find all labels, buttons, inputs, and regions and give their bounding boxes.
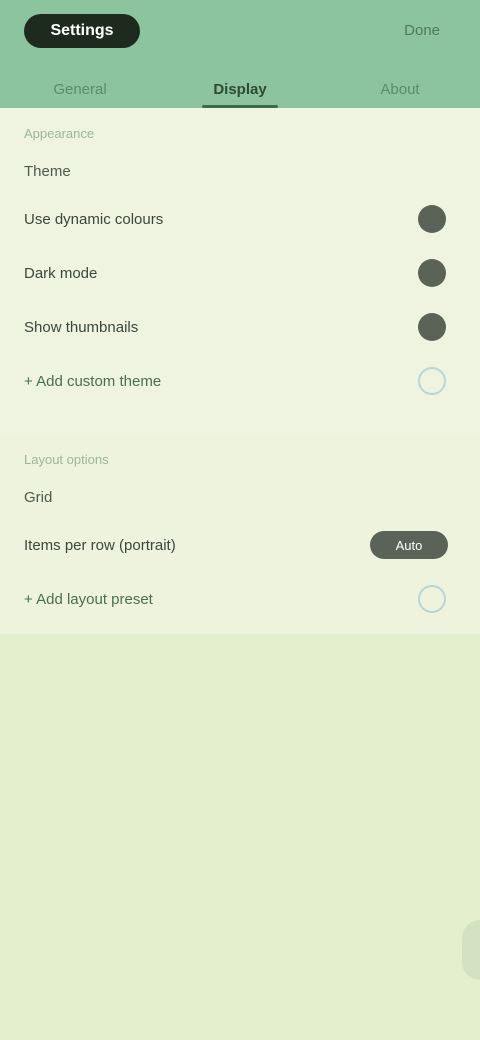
settings-screen: Settings Done General Display About Appe…	[0, 0, 480, 1040]
value-chip[interactable]: Auto	[370, 531, 448, 559]
setting-label: + Add custom theme	[24, 372, 162, 390]
tab-label: Display	[213, 80, 267, 98]
group-label: Theme	[24, 163, 71, 180]
setting-label: Dark mode	[24, 264, 98, 282]
setting-row-dark-mode[interactable]: Dark mode	[0, 246, 480, 300]
setting-label: + Add layout preset	[24, 590, 153, 608]
tab-display[interactable]: Display	[160, 70, 320, 108]
toggle-switch[interactable]	[418, 259, 446, 287]
section-header: Layout options	[24, 452, 109, 467]
radio-circle[interactable]	[418, 585, 446, 613]
page-title: Settings	[24, 14, 140, 48]
toggle-switch[interactable]	[418, 205, 446, 233]
group-label: Grid	[24, 489, 53, 506]
floating-action-handle[interactable]	[462, 920, 480, 980]
tab-label: About	[380, 80, 420, 98]
setting-row-dynamic-colours[interactable]: Use dynamic colours	[0, 192, 480, 246]
setting-label: Use dynamic colours	[24, 210, 164, 228]
settings-list: Appearance Theme Use dynamic colours Dar…	[0, 108, 480, 634]
appearance-section: Appearance Theme Use dynamic colours Dar…	[0, 108, 480, 434]
setting-label: Show thumbnails	[24, 318, 139, 336]
add-layout-preset-row[interactable]: + Add layout preset	[0, 572, 480, 626]
section-header: Appearance	[24, 126, 95, 141]
layout-section: Layout options Grid Items per row (portr…	[0, 434, 480, 634]
setting-row-thumbnails[interactable]: Show thumbnails	[0, 300, 480, 354]
setting-row-items-per-row[interactable]: Items per row (portrait) Auto	[0, 518, 480, 572]
radio-circle[interactable]	[418, 367, 446, 395]
tab-label: General	[53, 80, 107, 98]
toggle-switch[interactable]	[418, 313, 446, 341]
done-button[interactable]: Done	[404, 21, 440, 41]
add-custom-theme-row[interactable]: + Add custom theme	[0, 354, 480, 408]
tab-about[interactable]: About	[320, 70, 480, 108]
app-header: Settings Done General Display About	[0, 0, 480, 108]
tab-general[interactable]: General	[0, 70, 160, 108]
tab-bar: General Display About	[0, 70, 480, 108]
